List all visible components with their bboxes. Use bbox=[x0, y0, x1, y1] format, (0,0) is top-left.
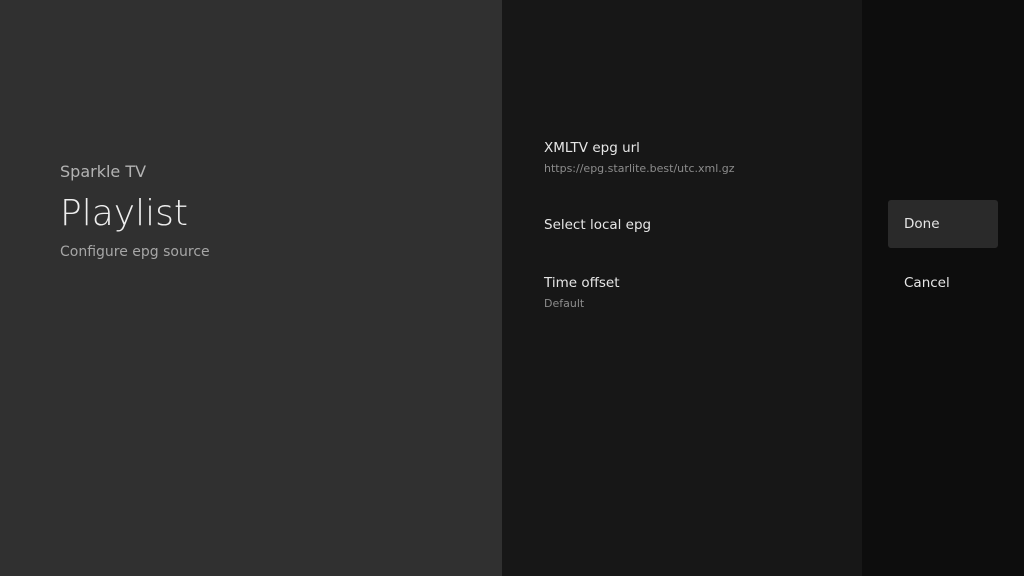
page-description: Configure epg source bbox=[60, 244, 210, 260]
action-title: XMLTV epg url bbox=[544, 140, 640, 156]
actions-panel: XMLTV epg url https://epg.starlite.best/… bbox=[502, 0, 862, 576]
breadcrumb: Sparkle TV bbox=[60, 162, 147, 181]
action-description: https://epg.starlite.best/utc.xml.gz bbox=[544, 162, 735, 175]
page-title: Playlist bbox=[60, 193, 188, 234]
done-button[interactable]: Done bbox=[888, 200, 998, 248]
action-title: Select local epg bbox=[544, 217, 652, 233]
cancel-button[interactable]: Cancel bbox=[888, 259, 998, 307]
guidance-panel: Sparkle TV Playlist Configure epg source bbox=[0, 0, 502, 576]
screen: Sparkle TV Playlist Configure epg source… bbox=[0, 0, 1024, 576]
action-time-offset[interactable]: Time offset Default bbox=[502, 275, 862, 315]
action-title: Time offset bbox=[544, 275, 620, 291]
action-description: Default bbox=[544, 297, 585, 310]
action-xmltv-epg-url[interactable]: XMLTV epg url https://epg.starlite.best/… bbox=[502, 140, 862, 180]
action-select-local-epg[interactable]: Select local epg bbox=[502, 217, 862, 241]
button-panel: Done Cancel bbox=[862, 0, 1024, 576]
